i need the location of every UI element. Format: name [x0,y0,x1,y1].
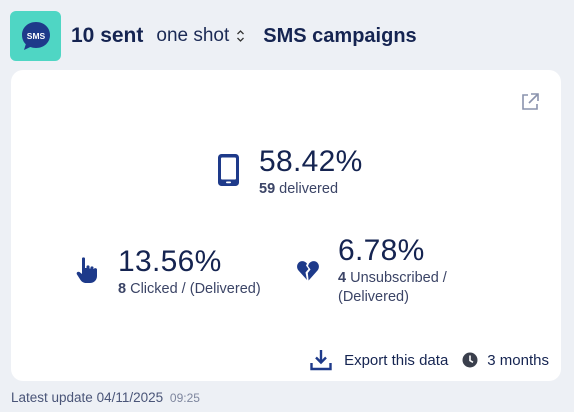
unsubscribed-detail: 4 Unsubscribed / (Delivered) [338,269,447,307]
unsubscribed-label-line2: (Delivered) [338,289,409,305]
export-data-button[interactable]: Export this data [310,349,448,371]
clock-icon [462,352,478,368]
sms-chat-icon: SMS [21,22,50,50]
last-update-time: 09:25 [169,391,200,405]
mobile-phone-icon [218,154,239,186]
last-update: Latest update 04/11/2025 09:25 [11,390,200,405]
external-link-icon[interactable] [520,92,540,112]
stat-delivered: 58.42% 59 delivered [218,146,363,199]
mode-select[interactable]: one shot [156,25,245,47]
delivered-count: 59 [259,181,276,197]
delivered-label: delivered [279,181,339,197]
last-update-label: Latest update 04/11/2025 [11,390,164,405]
export-data-label: Export this data [344,351,449,369]
download-icon [310,350,332,371]
mode-select-value: one shot [156,25,230,46]
broken-heart-icon [297,261,319,281]
clicked-detail: 8 Clicked / (Delivered) [118,280,261,299]
unsubscribed-percent: 6.78% [338,234,425,267]
campaign-type-title: SMS campaigns [263,24,417,47]
card-actions: Export this data 3 months [310,349,549,371]
period-selector[interactable]: 3 months [462,352,549,369]
sms-badge-text: SMS [26,31,45,41]
stat-clicked: 13.56% 8 Clicked / (Delivered) [76,246,261,299]
sms-badge: SMS [10,11,61,61]
delivered-detail: 59 delivered [259,180,363,199]
delivered-percent: 58.42% [259,145,363,178]
updown-chevron-icon [236,29,245,43]
pointing-hand-icon [76,257,97,283]
unsubscribed-count: 4 [338,270,347,286]
clicked-count: 8 [118,281,127,297]
period-label: 3 months [487,351,549,369]
stats-card: 58.42% 59 delivered 13.56% 8 Clicked / (… [11,70,561,381]
clicked-label: Clicked / (Delivered) [130,281,261,297]
clicked-percent: 13.56% [118,245,222,278]
campaign-header: SMS 10 sent one shot SMS campaigns [10,11,417,61]
stat-unsubscribed: 6.78% 4 Unsubscribed / (Delivered) [296,235,447,307]
sent-count: 10 sent [71,24,144,47]
unsubscribed-label-line1: Unsubscribed / [350,270,447,286]
